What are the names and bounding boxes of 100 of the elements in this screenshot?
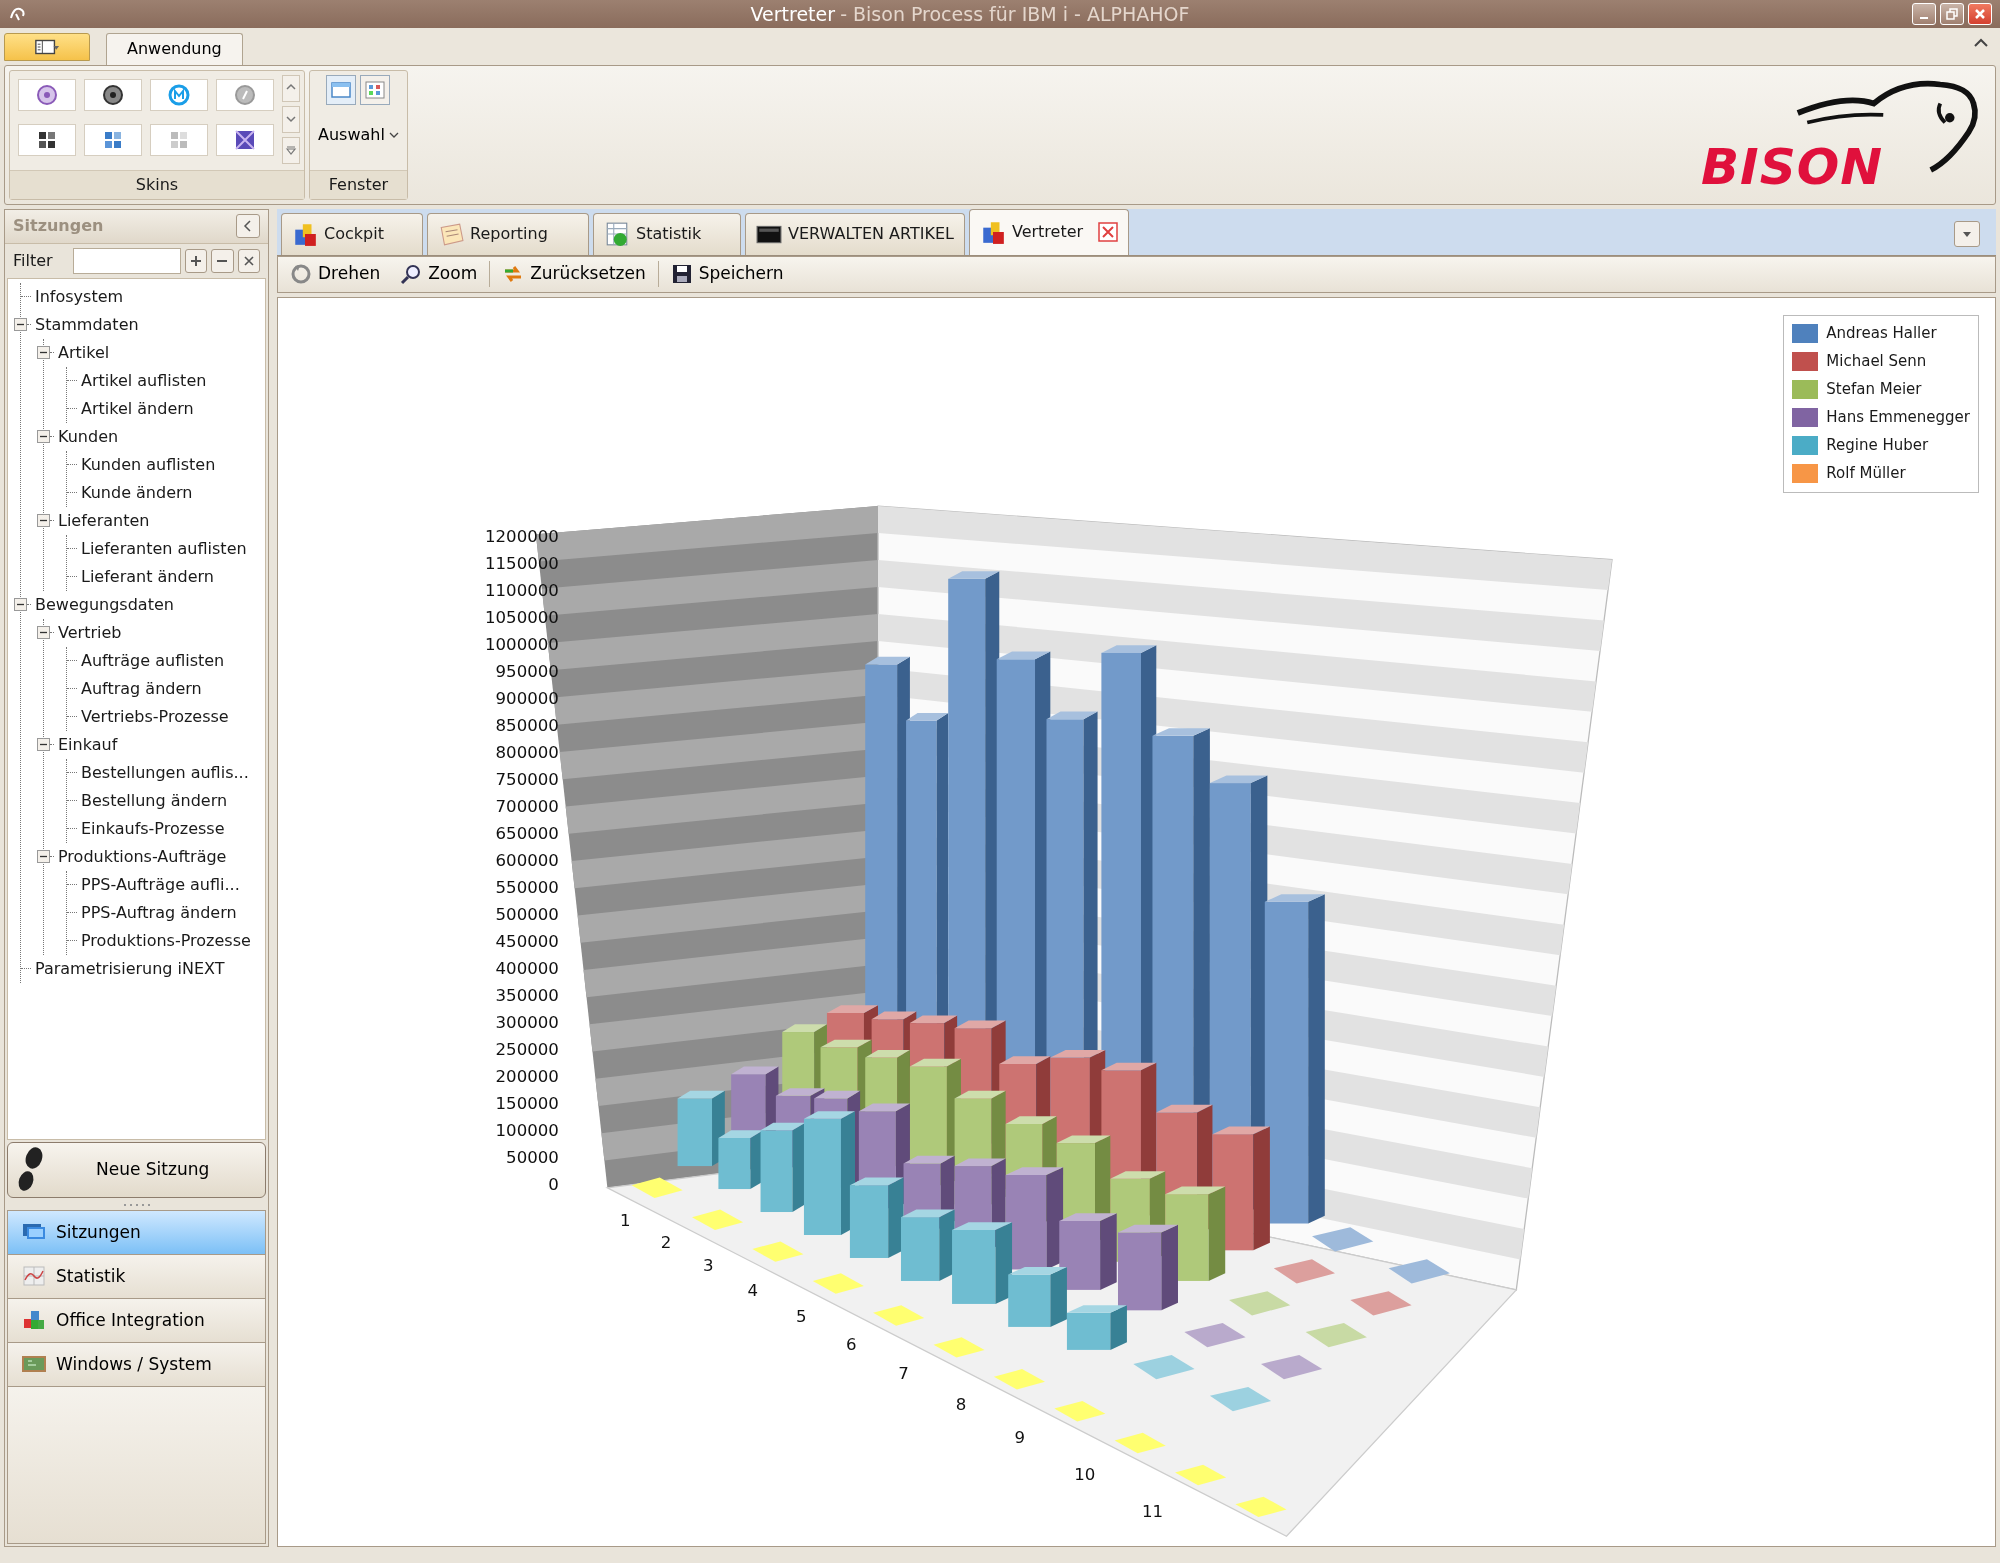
collapse-toggle-icon[interactable]	[37, 850, 50, 863]
axis-tick-label: 400000	[495, 958, 559, 978]
minimize-icon	[1920, 17, 1928, 19]
skin-button[interactable]	[84, 78, 142, 111]
toolbar-button[interactable]: Drehen	[282, 259, 389, 289]
clear-button[interactable]	[237, 248, 260, 273]
window-icon	[330, 79, 353, 100]
tree-item[interactable]: Artikel	[54, 340, 110, 365]
tree-item[interactable]: Kunden auflisten	[77, 452, 216, 477]
tree-item[interactable]: Stammdaten	[31, 312, 139, 337]
toolbar-button[interactable]: Zoom	[392, 259, 486, 289]
collapse-toggle-icon[interactable]	[37, 738, 50, 751]
document-tab[interactable]: VERWALTEN ARTIKEL	[745, 212, 965, 255]
tree-item[interactable]: PPS-Auftrag ändern	[77, 900, 237, 925]
restore-icon	[1946, 8, 1958, 20]
filter-field[interactable]	[72, 247, 181, 274]
navigation-item[interactable]: Windows / System	[7, 1341, 266, 1387]
collapse-toggle-icon[interactable]	[37, 626, 50, 639]
axis-tick-label: 6	[845, 1334, 857, 1354]
logo-wordmark: BISON	[1700, 141, 1883, 192]
collapse-toggle-icon[interactable]	[37, 346, 50, 359]
close-icon	[242, 254, 255, 267]
tree-item[interactable]: Lieferanten	[54, 508, 150, 533]
axis-tick-label: 600000	[495, 850, 559, 870]
axis-tick-label: 7	[898, 1363, 909, 1383]
new-session-button[interactable]: Neue Sitzung	[7, 1141, 266, 1198]
skin-button[interactable]	[216, 124, 274, 157]
window-layout-button[interactable]	[326, 74, 357, 105]
notepad-icon	[438, 221, 464, 247]
axis-tick-label: 450000	[495, 931, 559, 951]
tree-item[interactable]: Auftrag ändern	[77, 676, 202, 701]
close-button[interactable]	[1968, 3, 1992, 25]
tree-item[interactable]: Infosystem	[31, 284, 124, 309]
tree-item[interactable]: Einkauf	[54, 732, 118, 757]
window-title: Vertreter	[750, 3, 836, 25]
tree-item[interactable]: Kunde ändern	[77, 480, 193, 505]
axis-tick-label: 850000	[495, 715, 559, 735]
ribbon-tab[interactable]: Anwendung	[106, 32, 243, 65]
tree-item[interactable]: Lieferanten auflisten	[77, 536, 247, 561]
axis-tick-label: 200000	[495, 1066, 559, 1086]
axis-tick-label: 950000	[495, 661, 559, 681]
tree-item[interactable]: Bewegungsdaten	[31, 592, 174, 617]
axis-tick-label: 100000	[495, 1120, 559, 1140]
tree-item[interactable]: Parametrisierung iNEXT	[31, 956, 225, 981]
axis-tick-label: 350000	[495, 985, 559, 1005]
grid-icon	[364, 79, 387, 100]
collapse-toggle-icon[interactable]	[37, 430, 50, 443]
axis-tick-label: 500000	[495, 904, 559, 924]
window-layout-button[interactable]	[360, 74, 391, 105]
restore-button[interactable]	[1940, 3, 1964, 25]
document-tab[interactable]: Reporting	[427, 212, 589, 255]
tree-item[interactable]: Vertriebs-Prozesse	[77, 704, 229, 729]
panel-icon	[34, 37, 60, 56]
toolbar-button[interactable]: Speichern	[662, 259, 792, 289]
axis-tick-label: 11	[1141, 1501, 1163, 1521]
document-tab[interactable]: Cockpit	[281, 212, 423, 255]
navigation-item[interactable]: Sitzungen	[7, 1209, 266, 1255]
axis-tick-label: 0	[548, 1174, 559, 1194]
axis-tick-label: 8	[955, 1394, 967, 1414]
tree-item[interactable]: Bestellung ändern	[77, 788, 228, 813]
add-button[interactable]	[184, 248, 208, 273]
navigation-item[interactable]: Statistik	[7, 1253, 266, 1299]
tree-item[interactable]: Aufträge auflisten	[77, 648, 225, 673]
collapse-toggle-icon[interactable]	[37, 514, 50, 527]
tree-item[interactable]: Bestellungen auflis...	[77, 760, 249, 785]
tree-item[interactable]: Produktions-Prozesse	[77, 928, 251, 953]
document-tab[interactable]: Vertreter	[968, 208, 1129, 255]
axis-tick-label: 9	[1014, 1427, 1025, 1447]
close-tab-button[interactable]	[1097, 222, 1118, 242]
minimize-button[interactable]	[1912, 3, 1936, 25]
tab-list-button[interactable]	[1954, 220, 1980, 247]
skin-button[interactable]	[18, 124, 76, 157]
navigation-item[interactable]: Office Integration	[7, 1297, 266, 1343]
axis-tick-label: 5	[796, 1306, 807, 1326]
tree-item[interactable]: Artikel auflisten	[77, 368, 207, 393]
grip-icon	[121, 1202, 152, 1207]
collapse-panel-button[interactable]	[236, 214, 260, 238]
crossed-square-icon	[234, 129, 256, 152]
tree-item[interactable]: Produktions-Aufträge	[54, 844, 227, 869]
auswahl-dropdown[interactable]: Auswahl	[314, 120, 403, 149]
document-tab[interactable]: Statistik	[593, 212, 741, 255]
axis-tick-label: 1	[619, 1210, 631, 1230]
axis-tick-label: 300000	[495, 1012, 559, 1032]
tree-item[interactable]: Kunden	[54, 424, 119, 449]
tree-item[interactable]: Einkaufs-Prozesse	[77, 816, 225, 841]
tree-item[interactable]: PPS-Aufträge aufli...	[77, 872, 240, 897]
axis-tick-label: 650000	[495, 823, 559, 843]
chevron-left-icon	[243, 220, 253, 232]
tree-item[interactable]: Vertrieb	[54, 620, 122, 645]
close-icon	[1974, 8, 1986, 20]
axis-tick-label: 2	[660, 1232, 672, 1252]
remove-button[interactable]	[211, 248, 234, 273]
tree-item[interactable]: Artikel ändern	[77, 396, 194, 421]
tree-item[interactable]: Lieferant ändern	[77, 564, 214, 589]
toolbar-button[interactable]: Zurücksetzen	[494, 259, 654, 289]
expand-gallery-icon	[285, 144, 297, 157]
application-menu-button[interactable]	[4, 32, 90, 61]
collapse-toggle-icon[interactable]	[14, 318, 27, 331]
collapse-toggle-icon[interactable]	[14, 598, 27, 611]
blocks-icon	[292, 221, 318, 247]
